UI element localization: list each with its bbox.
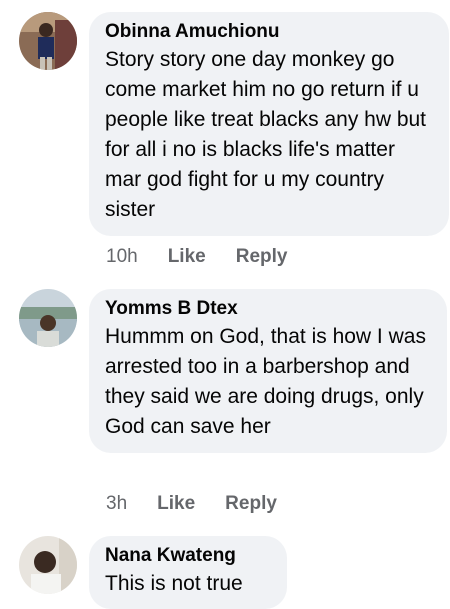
comment-actions: 3h Like Reply <box>106 493 277 515</box>
comment-text: Hummm on God, that is how I was arrested… <box>105 325 426 438</box>
comment-author[interactable]: Obinna Amuchionu <box>105 20 433 44</box>
reply-button[interactable]: Reply <box>236 246 288 268</box>
like-button[interactable]: Like <box>168 246 206 268</box>
user-photo-icon <box>19 536 77 594</box>
user-photo-icon <box>19 12 77 70</box>
comment-bubble: Yomms B Dtex Hummm on God, that is how I… <box>89 289 447 453</box>
comment-bubble: Obinna Amuchionu Story story one day mon… <box>89 12 449 236</box>
comment-text: Story story one day monkey go come marke… <box>105 48 427 221</box>
comment-text: This is not true <box>105 572 243 595</box>
avatar[interactable] <box>19 536 77 594</box>
avatar[interactable] <box>19 289 77 347</box>
comment-author[interactable]: Nana Kwateng <box>105 544 271 568</box>
comment-author[interactable]: Yomms B Dtex <box>105 297 431 321</box>
user-photo-icon <box>19 289 77 347</box>
reply-button[interactable]: Reply <box>225 493 277 515</box>
comment-bubble: Nana Kwateng This is not true <box>89 536 287 609</box>
avatar[interactable] <box>19 12 77 70</box>
like-button[interactable]: Like <box>157 493 195 515</box>
comment-timestamp[interactable]: 3h <box>106 493 127 515</box>
comment-actions: 10h Like Reply <box>106 246 287 268</box>
comment-timestamp[interactable]: 10h <box>106 246 138 268</box>
